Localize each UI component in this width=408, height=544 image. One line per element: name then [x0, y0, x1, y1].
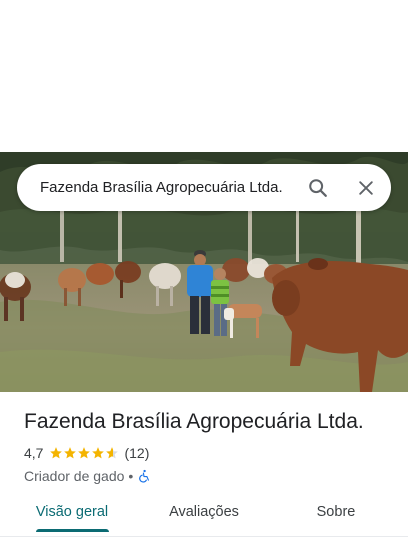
search-icon — [309, 178, 327, 197]
star-icon — [64, 447, 77, 459]
tabs-divider — [0, 536, 408, 537]
wheelchair-icon — [139, 469, 150, 483]
place-details-page: Fazenda Brasília Agropecuária Ltda. Faze… — [0, 0, 408, 544]
tab-label: Sobre — [316, 504, 356, 520]
tab-label: Avaliações — [169, 504, 239, 520]
star-icon — [50, 447, 63, 459]
place-info: Fazenda Brasília Agropecuária Ltda. 4,7 … — [24, 408, 394, 485]
category-row: Criador de gado • — [24, 467, 394, 485]
tab-label: Visão geral — [35, 504, 109, 520]
search-query-text[interactable]: Fazenda Brasília Agropecuária Ltda. — [40, 179, 298, 196]
place-tabs: Visão geral Avaliações Sobre — [0, 496, 408, 536]
search-bar[interactable]: Fazenda Brasília Agropecuária Ltda. — [17, 164, 391, 211]
tab-about[interactable]: Sobre — [264, 496, 408, 536]
rating-row[interactable]: 4,7 (12) — [24, 444, 394, 462]
rating-stars — [49, 446, 119, 460]
star-icon — [78, 447, 91, 459]
place-title: Fazenda Brasília Agropecuária Ltda. — [24, 410, 364, 433]
tab-overview[interactable]: Visão geral — [0, 496, 144, 536]
separator: • — [128, 468, 134, 484]
close-icon — [359, 180, 373, 195]
place-category: Criador de gado — [24, 468, 125, 484]
tab-reviews[interactable]: Avaliações — [144, 496, 264, 536]
review-count[interactable]: (12) — [124, 445, 149, 461]
rating-value: 4,7 — [24, 445, 44, 461]
search-button[interactable] — [298, 168, 338, 208]
active-tab-indicator — [36, 529, 109, 532]
close-button[interactable] — [346, 168, 386, 208]
half-star-icon — [106, 447, 119, 459]
star-icon — [92, 447, 105, 459]
